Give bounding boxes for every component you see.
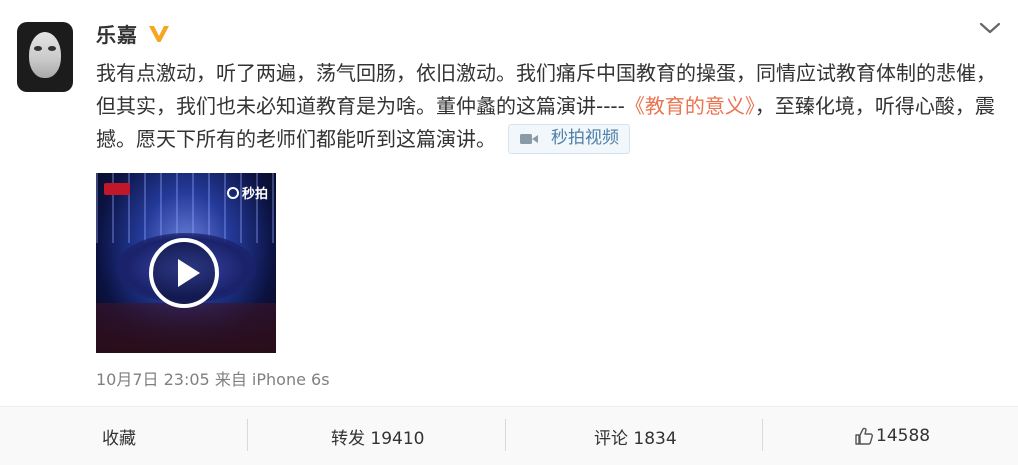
post-meta: 10月7日 23:05 来自 iPhone 6s bbox=[96, 366, 330, 390]
like-count: 14588 bbox=[876, 426, 931, 446]
play-icon bbox=[178, 259, 200, 287]
miaopai-logo: 秒拍 bbox=[226, 183, 268, 202]
comment-button[interactable]: 评论 1834 bbox=[594, 407, 677, 465]
repost-button[interactable]: 转发 19410 bbox=[331, 407, 424, 465]
post-source[interactable]: 来自 iPhone 6s bbox=[215, 370, 330, 389]
thumbs-up-icon bbox=[855, 427, 873, 445]
action-divider bbox=[505, 419, 506, 451]
action-divider bbox=[247, 419, 248, 451]
action-bar: 收藏 转发 19410 评论 1834 14588 bbox=[0, 406, 1018, 465]
post-timestamp[interactable]: 10月7日 23:05 bbox=[96, 370, 210, 389]
post-text: 我有点激动，听了两遍，荡气回肠，依旧激动。我们痛斥中国教育的操蛋，同情应试教育体… bbox=[96, 57, 998, 156]
username[interactable]: 乐嘉 bbox=[96, 19, 138, 48]
video-thumbnail[interactable]: 秒拍 bbox=[96, 173, 276, 353]
username-row: 乐嘉 bbox=[96, 19, 170, 48]
audience bbox=[96, 303, 276, 353]
avatar-mask-image bbox=[29, 32, 61, 78]
weibo-post-card: 乐嘉 我有点激动，听了两遍，荡气回肠，依旧激动。我们痛斥中国教育的操蛋，同情应试… bbox=[0, 0, 1018, 465]
action-divider bbox=[762, 419, 763, 451]
verified-v-icon bbox=[149, 26, 169, 42]
chevron-down-icon[interactable] bbox=[978, 18, 1002, 38]
like-button[interactable]: 14588 bbox=[854, 407, 930, 465]
video-tag-button[interactable]: 秒拍视频 bbox=[508, 123, 630, 154]
play-button[interactable] bbox=[149, 238, 219, 308]
avatar[interactable] bbox=[17, 22, 73, 92]
speech-title-link[interactable]: 《教育的意义》 bbox=[625, 94, 755, 118]
miaopai-logo-icon bbox=[226, 186, 239, 199]
video-camera-icon bbox=[520, 133, 538, 144]
miaopai-logo-text: 秒拍 bbox=[241, 187, 268, 202]
channel-logo bbox=[104, 183, 130, 195]
favorite-button[interactable]: 收藏 bbox=[102, 407, 136, 465]
video-tag-label: 秒拍视频 bbox=[551, 128, 619, 148]
